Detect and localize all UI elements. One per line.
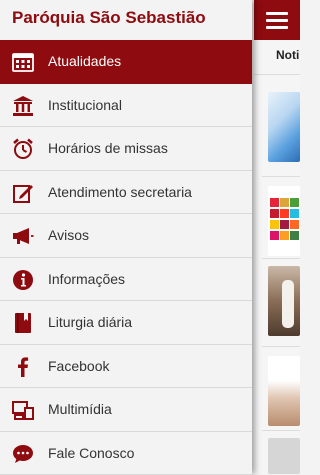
menu-item-institucional[interactable]: Institucional [0, 84, 252, 128]
menu-item-multimidia[interactable]: Multimídia [0, 388, 252, 432]
hamburger-icon[interactable] [266, 10, 288, 30]
menu-item-label: Informações [48, 271, 125, 287]
alarm-clock-icon [12, 138, 34, 160]
menu-item-informacoes[interactable]: Informações [0, 258, 252, 302]
menu-item-label: Facebook [48, 358, 109, 374]
divider [262, 176, 300, 177]
info-icon [12, 269, 34, 291]
menu-item-avisos[interactable]: Avisos [0, 214, 252, 258]
news-thumbnail[interactable] [268, 438, 300, 474]
menu-item-label: Multimídia [48, 401, 112, 417]
tab-noticias[interactable]: Noti [276, 48, 299, 62]
multimedia-icon [12, 399, 34, 421]
news-thumbnail[interactable] [268, 92, 300, 162]
menu-item-label: Avisos [48, 227, 89, 243]
menu-item-label: Atendimento secretaria [48, 184, 192, 200]
divider [262, 346, 300, 347]
drawer-header: Paróquia São Sebastião [0, 0, 252, 40]
menu-item-facebook[interactable]: Facebook [0, 345, 252, 389]
divider [262, 258, 300, 259]
navigation-drawer: Paróquia São Sebastião Atualidades [0, 0, 252, 474]
institution-icon [12, 95, 34, 117]
menu-item-horarios-de-missas[interactable]: Horários de missas [0, 127, 252, 171]
menu-item-label: Institucional [48, 97, 122, 113]
tab-underline [254, 74, 300, 75]
menu-item-atendimento-secretaria[interactable]: Atendimento secretaria [0, 171, 252, 215]
menu-item-label: Liturgia diária [48, 314, 132, 330]
megaphone-icon [12, 225, 34, 247]
menu-item-atualidades[interactable]: Atualidades [0, 40, 252, 84]
menu-item-liturgia-diaria[interactable]: Liturgia diária [0, 301, 252, 345]
menu-item-label: Atualidades [48, 53, 121, 69]
drawer-menu: Atualidades Institucional [0, 40, 252, 475]
app-title: Paróquia São Sebastião [12, 8, 206, 28]
facebook-icon [12, 356, 34, 378]
edit-icon [12, 182, 34, 204]
news-thumbnail[interactable] [268, 266, 300, 336]
menu-item-label: Horários de missas [48, 140, 168, 156]
book-icon [12, 312, 34, 334]
menu-item-fale-conosco[interactable]: Fale Conosco [0, 432, 252, 475]
calendar-icon [12, 51, 34, 73]
news-thumbnail[interactable] [268, 186, 300, 256]
divider [262, 430, 300, 431]
menu-item-label: Fale Conosco [48, 445, 134, 461]
chat-icon [12, 443, 34, 465]
news-thumbnail[interactable] [268, 356, 300, 426]
